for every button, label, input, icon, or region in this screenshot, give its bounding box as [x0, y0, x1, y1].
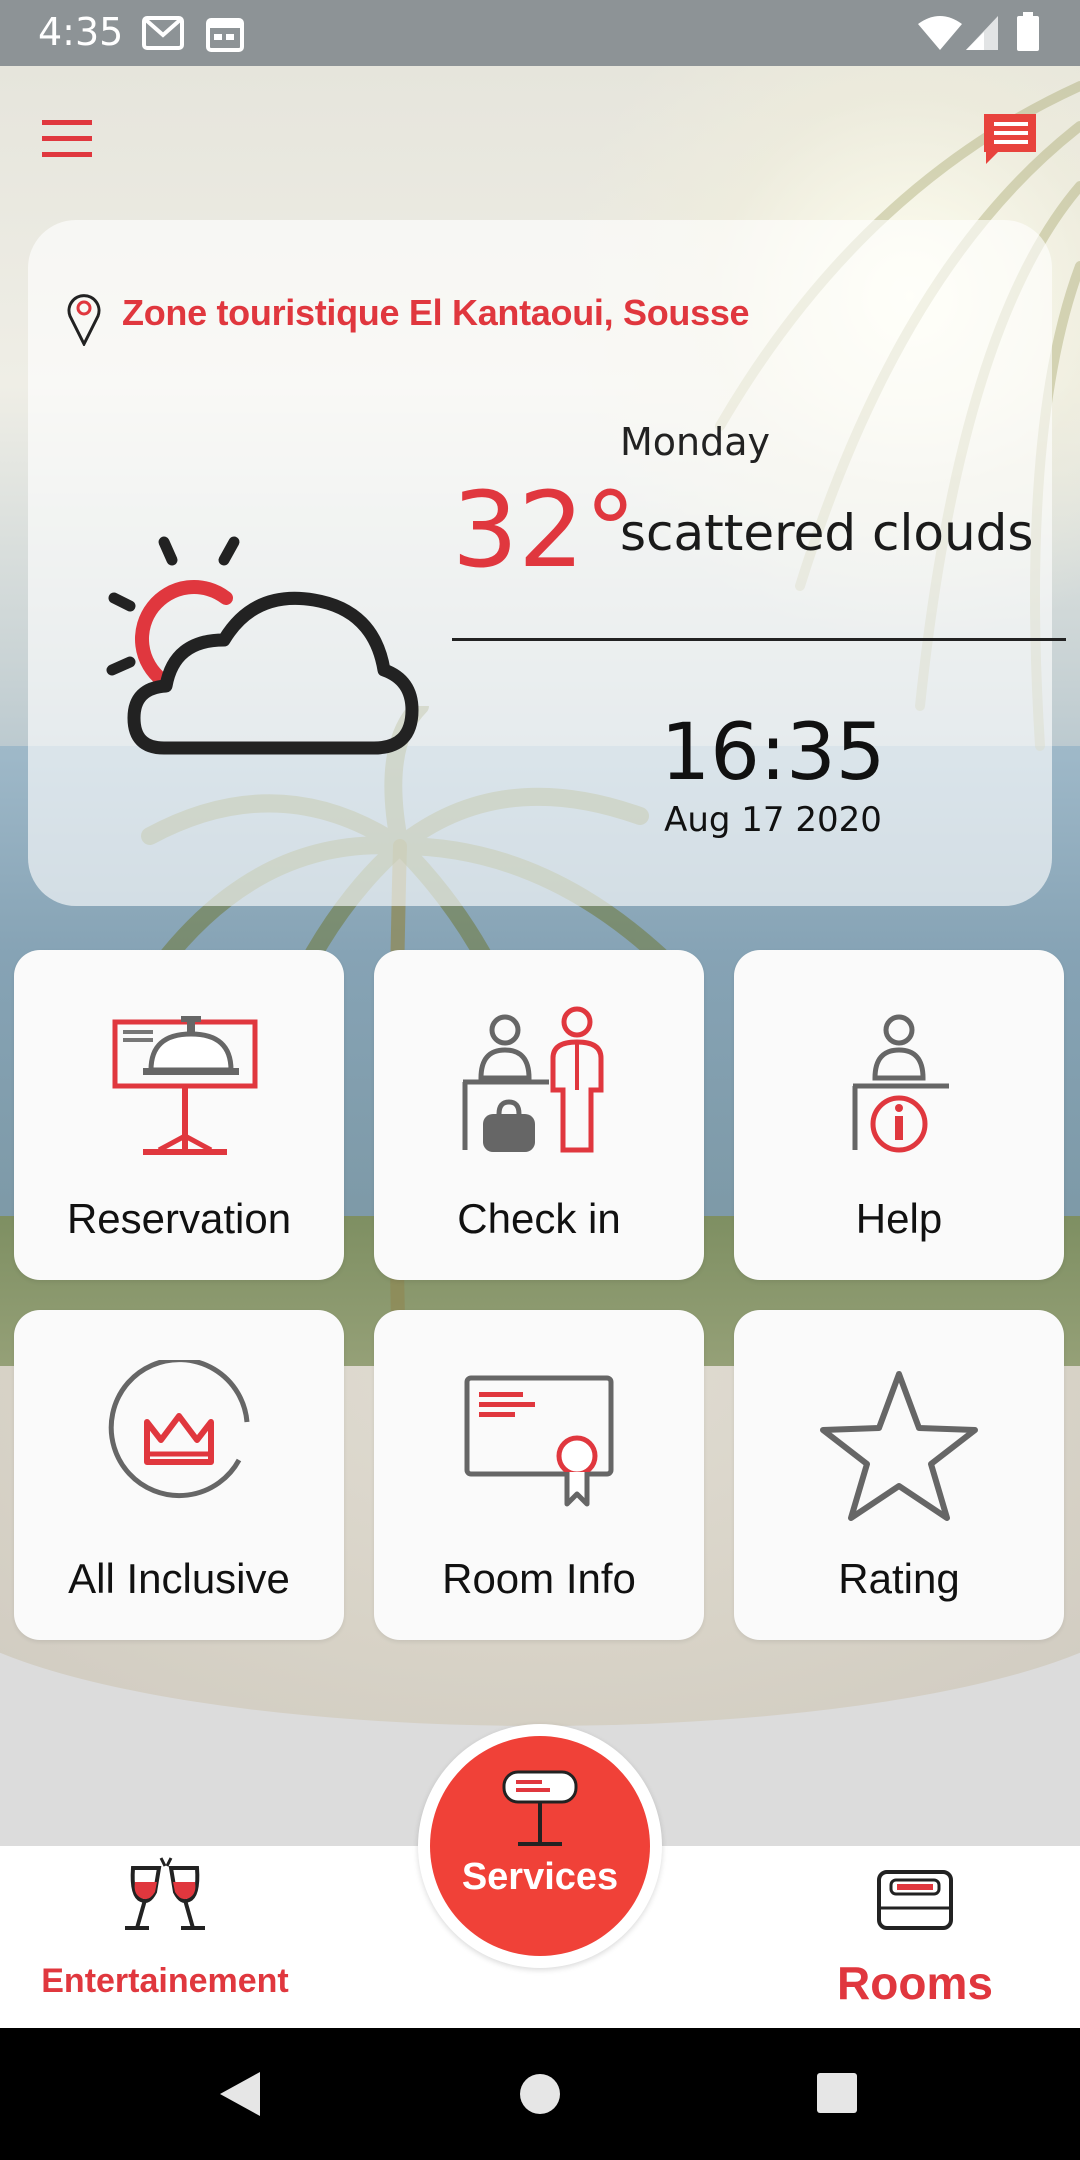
status-bar: 4:35	[0, 0, 1080, 66]
gmail-icon	[142, 16, 184, 50]
services-button[interactable]: Services	[430, 1736, 650, 1956]
wine-glasses-icon	[125, 1857, 205, 1930]
nav-rooms[interactable]: Rooms	[800, 1856, 1030, 2026]
back-icon[interactable]	[218, 2070, 262, 2118]
tile-label: Rating	[838, 1555, 960, 1602]
local-date: Aug 17 2020	[664, 800, 882, 840]
status-time: 4:35	[38, 10, 124, 54]
tile-label: Room Info	[442, 1555, 636, 1602]
tile-label: All Inclusive	[68, 1555, 290, 1602]
services-sign-icon	[502, 1770, 578, 1846]
location-pin-icon	[67, 294, 101, 346]
hamburger-menu-icon[interactable]	[40, 116, 96, 162]
system-navigation-bar	[0, 2028, 1080, 2160]
tile-label: Help	[855, 1195, 943, 1242]
tile-reservation[interactable]: Reservation	[14, 950, 344, 1280]
location-label: Zone touristique El Kantaoui, Sousse	[122, 292, 750, 333]
divider	[452, 638, 1066, 641]
chat-message-icon[interactable]	[980, 110, 1040, 168]
nav-entertainment-label: Entertainement	[41, 1962, 289, 2000]
recents-icon[interactable]	[816, 2072, 858, 2114]
partly-cloudy-icon	[106, 536, 419, 755]
services-label: Services	[461, 1856, 619, 1898]
star-icon	[820, 1371, 978, 1521]
weather-day: Monday	[620, 420, 771, 464]
tile-rating[interactable]: Rating	[734, 1310, 1064, 1640]
tile-label: Reservation	[66, 1195, 292, 1242]
tile-label: Check in	[457, 1195, 621, 1242]
weather-card: Zone touristique El Kantaoui, Sousse Mon…	[28, 220, 1066, 906]
nav-entertainment[interactable]: Entertainement	[20, 1856, 310, 2026]
crown-badge-icon	[108, 1360, 250, 1499]
weather-description: scattered clouds	[620, 504, 1034, 562]
reception-bell-icon	[112, 1016, 258, 1155]
home-icon[interactable]	[518, 2072, 562, 2116]
nav-rooms-label: Rooms	[837, 1957, 993, 2009]
tile-check-in[interactable]: Check in	[374, 950, 704, 1280]
certificate-icon	[464, 1375, 614, 1507]
calendar-icon	[206, 18, 244, 52]
temperature-value: 32°	[452, 469, 637, 591]
wifi-icon	[918, 16, 962, 50]
tile-all-inclusive[interactable]: All Inclusive	[14, 1310, 344, 1640]
check-in-desk-icon	[462, 1006, 604, 1153]
help-info-desk-icon	[852, 1014, 949, 1153]
tile-help[interactable]: Help	[734, 950, 1064, 1280]
local-time: 16:35	[660, 708, 886, 798]
tile-room-info[interactable]: Room Info	[374, 1310, 704, 1640]
bed-icon	[877, 1870, 953, 1930]
battery-icon	[1017, 12, 1039, 51]
cellular-signal-icon	[966, 16, 998, 50]
